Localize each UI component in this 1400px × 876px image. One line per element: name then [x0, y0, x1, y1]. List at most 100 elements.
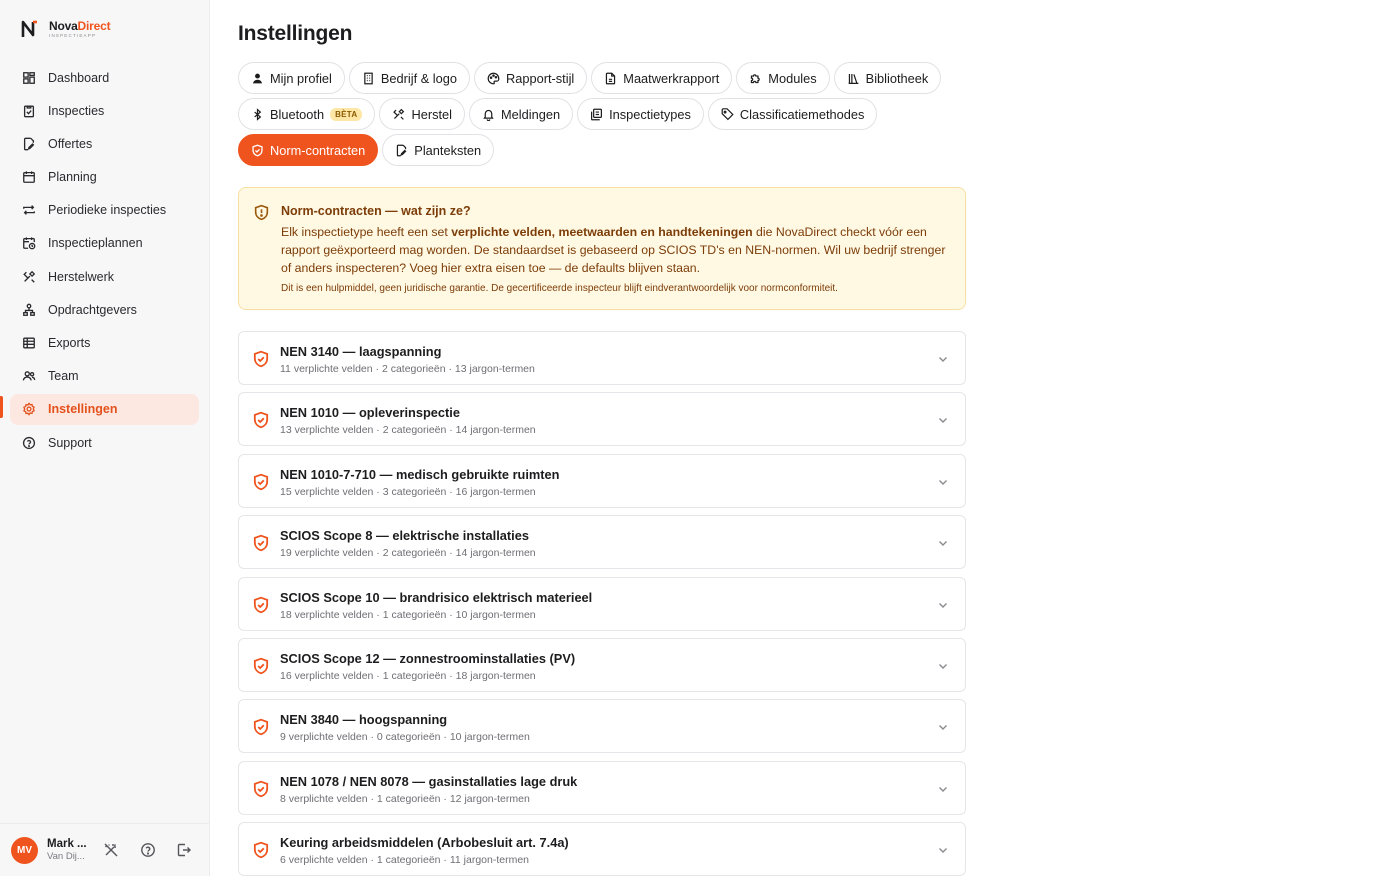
list-item[interactable]: NEN 1010 — opleverinspectie 13 verplicht… — [238, 392, 966, 447]
chevron-down-icon[interactable] — [937, 599, 949, 611]
sidebar-item-offertes[interactable]: Offertes — [10, 128, 199, 159]
tab-inspectietypes[interactable]: Inspectietypes — [577, 98, 704, 130]
chevron-down-icon[interactable] — [937, 414, 949, 426]
calendar-icon — [23, 171, 35, 183]
chevron-down-icon[interactable] — [937, 721, 949, 733]
tab-maatwerkrapport[interactable]: Maatwerkrapport — [591, 62, 733, 94]
shield-check-icon — [253, 657, 269, 675]
logo-mark-icon — [21, 20, 37, 37]
user-bar: MV Mark ... Van Dij... — [0, 823, 209, 876]
sidebar-item-label: Dashboard — [48, 70, 110, 85]
network-icon — [23, 303, 35, 316]
tab-herstel[interactable]: Herstel — [379, 98, 466, 130]
contract-title: SCIOS Scope 8 — elektrische installaties — [280, 528, 529, 544]
contract-meta: 13 verplichte velden · 2 categorieën · 1… — [280, 424, 536, 437]
sidebar-item-periodieke-inspecties[interactable]: Periodieke inspecties — [10, 195, 199, 226]
sidebar-item-planning[interactable]: Planning — [10, 162, 199, 193]
chevron-down-icon[interactable] — [937, 537, 949, 549]
shield-check-icon — [253, 596, 269, 613]
tab-mijn-profiel[interactable]: Mijn profiel — [238, 62, 345, 94]
calendar-clock-icon — [23, 237, 36, 250]
info-title: Norm-contracten — wat zijn ze? — [281, 204, 471, 218]
shield-check-icon — [253, 350, 269, 368]
tab-planteksten[interactable]: Planteksten — [382, 134, 495, 166]
sidebar-item-label: Offertes — [48, 136, 93, 151]
page-title: Instellingen — [238, 22, 353, 45]
sidebar-item-inspectieplannen[interactable]: Inspectieplannen — [10, 228, 199, 259]
tab-label: Mijn profiel — [270, 70, 332, 86]
user-subtitle: Van Dij... — [47, 851, 85, 863]
gear-icon — [23, 402, 35, 417]
list-item[interactable]: SCIOS Scope 10 — brandrisico elektrisch … — [238, 576, 966, 631]
tab-classificatiemethodes[interactable]: Classificatiemethodes — [707, 98, 878, 130]
sidebar-item-instellingen[interactable]: Instellingen — [10, 393, 199, 425]
tab-label: Classificatiemethodes — [739, 106, 865, 122]
tools-icon — [23, 270, 36, 283]
shield-check-icon — [253, 534, 269, 552]
list-item[interactable]: SCIOS Scope 8 — elektrische installaties… — [238, 515, 966, 570]
list-item[interactable]: NEN 1078 / NEN 8078 — gasinstallaties la… — [238, 760, 966, 815]
tab-bluetooth[interactable]: Bluetooth BÈTA — [238, 98, 376, 130]
tab-label: Rapport-stijl — [506, 70, 575, 86]
beta-badge: BÈTA — [330, 107, 363, 121]
shield-check-icon — [253, 473, 269, 491]
list-item[interactable]: Keuring arbeidsmiddelen (Arbobesluit art… — [238, 822, 966, 876]
sidebar-item-label: Opdrachtgevers — [48, 302, 137, 317]
contract-title: NEN 3140 — laagspanning — [280, 344, 442, 359]
repeat-icon — [23, 205, 35, 216]
sidebar-item-label: Inspectieplannen — [48, 236, 143, 251]
user-icon — [253, 73, 262, 83]
sidebar-item-label: Herstelwerk — [48, 269, 114, 284]
sidebar-item-herstelwerk[interactable]: Herstelwerk — [10, 261, 199, 292]
magic-wand-icon[interactable] — [103, 842, 119, 858]
info-callout: Norm-contracten — wat zijn ze? Elk inspe… — [238, 187, 966, 310]
sidebar-item-support[interactable]: Support — [10, 427, 199, 458]
stack-icon — [591, 108, 603, 120]
contract-meta: 16 verplichte velden · 1 categorieën · 1… — [280, 669, 536, 682]
sidebar-item-label: Support — [48, 435, 92, 450]
list-item[interactable]: NEN 3840 — hoogspanning 9 verplichte vel… — [238, 699, 966, 754]
chevron-down-icon[interactable] — [937, 844, 949, 856]
list-item[interactable]: NEN 3140 — laagspanning 11 verplichte ve… — [238, 331, 966, 385]
chevron-down-icon[interactable] — [937, 660, 949, 672]
tab-bedrijf-logo[interactable]: Bedrijf & logo — [348, 62, 470, 94]
norm-contract-list: NEN 3140 — laagspanning 11 verplichte ve… — [238, 331, 966, 876]
contract-meta: 8 verplichte velden · 1 categorieën · 12… — [280, 792, 530, 805]
tab-bibliotheek[interactable]: Bibliotheek — [833, 62, 942, 94]
logout-icon[interactable] — [176, 842, 192, 858]
sidebar-item-team[interactable]: Team — [10, 361, 199, 392]
palette-icon — [487, 72, 500, 84]
chevron-down-icon[interactable] — [937, 783, 949, 795]
list-item[interactable]: NEN 1010-7-710 — medisch gebruikte ruimt… — [238, 453, 966, 508]
sidebar-item-dashboard[interactable]: Dashboard — [10, 62, 199, 93]
shield-alert-icon — [254, 204, 269, 221]
tag-icon — [721, 107, 734, 120]
chevron-down-icon[interactable] — [937, 353, 949, 365]
settings-tabs: Mijn profiel Bedrijf & logo Rapport-stij… — [238, 62, 998, 166]
sidebar-item-inspecties[interactable]: Inspecties — [10, 95, 199, 126]
tab-label: Bibliotheek — [865, 70, 929, 86]
info-disclaimer: Dit is een hulpmiddel, geen juridische g… — [281, 283, 838, 294]
tab-rapport-stijl[interactable]: Rapport-stijl — [474, 62, 588, 94]
sidebar: NovaDirect INSPECTIEAPP Dashboard Inspec… — [0, 0, 210, 876]
contract-meta: 19 verplichte velden · 2 categorieën · 1… — [280, 547, 536, 560]
list-item[interactable]: SCIOS Scope 12 — zonnestroominstallaties… — [238, 637, 966, 692]
brand-tagline: INSPECTIEAPP — [49, 32, 97, 38]
sidebar-item-opdrachtgevers[interactable]: Opdrachtgevers — [10, 294, 199, 325]
avatar[interactable]: MV — [11, 836, 38, 864]
puzzle-icon — [751, 73, 761, 83]
chevron-down-icon[interactable] — [937, 476, 949, 488]
brand-name: NovaDirect — [49, 18, 111, 33]
tab-meldingen[interactable]: Meldingen — [469, 98, 574, 130]
grid-icon — [23, 71, 35, 84]
sidebar-item-exports[interactable]: Exports — [10, 328, 199, 359]
tab-modules[interactable]: Modules — [736, 62, 830, 94]
brand-logo[interactable]: NovaDirect INSPECTIEAPP — [20, 18, 111, 39]
spreadsheet-icon — [23, 337, 35, 349]
tab-label: Maatwerkrapport — [623, 70, 720, 86]
help-circle-icon[interactable] — [140, 842, 156, 858]
tab-norm-contracten[interactable]: Norm-contracten — [238, 134, 379, 166]
bluetooth-icon — [254, 107, 262, 121]
contract-title: Keuring arbeidsmiddelen (Arbobesluit art… — [280, 835, 569, 851]
tab-label: Bedrijf & logo — [380, 70, 457, 86]
